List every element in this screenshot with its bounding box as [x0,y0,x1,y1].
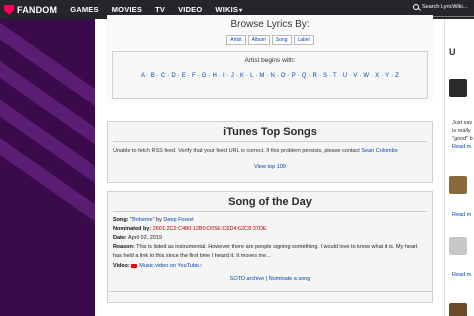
rail-snippet: Read m [452,211,474,219]
sotd-date-row: Date: April 02, 2019 [113,234,427,243]
nav-link-tv[interactable]: TV [155,5,165,14]
itunes-top-songs-box: iTunes Top Songs Unable to fetch RSS fee… [107,121,433,183]
sotd-footer-links: SOTD archive | Nominate a song [108,276,432,282]
video-label: Video: [113,263,130,269]
youtube-video-link[interactable]: Music video on YouTube [139,263,199,269]
rail-read-more-link[interactable]: Read m [452,271,474,279]
rail-activity-item [449,303,474,316]
song-link[interactable]: "Boheme" [130,217,154,223]
avatar[interactable] [449,79,467,97]
itunes-error-message: Unable to fetch RSS feed. Verify that yo… [113,147,427,156]
rail-read-more-link[interactable]: Read m [452,143,474,151]
sotd-title: Song of the Day [228,196,312,208]
rail-snippet-line: "good" b [452,136,473,142]
chevron-down-icon: ▾ [239,8,243,14]
search-input[interactable]: Search LyricWiki... [413,4,467,10]
rail-activity-item [449,79,474,97]
fandom-logo-icon [4,4,14,15]
nav-link-games[interactable]: GAMES [70,5,99,14]
nav-link-wikis[interactable]: WIKIS▾ [215,5,242,14]
wiki-background-left [0,19,95,316]
song-label: Song: [113,217,129,223]
sotd-reason: This is listed as instrumental. However … [113,244,418,259]
fandom-brand-text: FANDOM [17,4,58,15]
avatar[interactable] [449,237,467,255]
sotd-archive-link[interactable]: SOTD archive [230,276,265,282]
tab-label[interactable]: Label [293,35,314,45]
reason-label: Reason: [113,244,135,250]
rail-snippet-line: is really [452,128,471,134]
sotd-video-row: Video: Music video on YouTube↗ [113,261,427,271]
contact-link[interactable]: Sean Colombo [361,148,397,154]
divider [113,211,427,212]
nav-link-movies[interactable]: MOVIES [112,5,142,14]
rail-activity-item [449,237,474,255]
sotd-reason-row: Reason: This is listed as instrumental. … [113,243,427,261]
nav-link-wikis-label: WIKIS [215,5,239,14]
next-box-partial [107,291,433,301]
sotd-song-row: Song: "Boheme" by Deep Forest [113,216,427,225]
nominated-label: Nominated by: [113,226,152,232]
search-icon [413,4,419,10]
artist-index-panel: Artist begins with: A · B · C · D · E · … [112,51,428,99]
rail-snippet: Read m [452,271,474,279]
rail-snippet-line: Just sav [452,120,473,126]
rail-snippet: Just sav is really "good" b Read m [452,119,474,151]
rail-heading-card: U [449,47,474,57]
rail-heading: U [449,47,456,57]
by-text: by [156,217,162,223]
alphabet-links[interactable]: A · B · C · D · E · F · G · H · I · J · … [113,73,427,79]
browse-title: Browse Lyrics By: [230,19,310,30]
tab-album[interactable]: Album [247,35,270,45]
date-label: Date: [113,235,127,241]
youtube-icon [131,263,138,268]
browse-tabs: Artist Album Song Label [107,35,433,45]
right-rail: U Just sav is really "good" b Read m Rea… [444,19,474,316]
divider [113,141,427,142]
song-of-the-day-box: Song of the Day Song: "Boheme" by Deep F… [107,191,433,303]
itunes-title: iTunes Top Songs [223,126,317,138]
rail-activity-item [449,176,474,194]
browse-lyrics-box: Browse Lyrics By: Artist Album Song Labe… [107,15,433,103]
sotd-nominated-row: Nominated by: 2601:2C2:C480:12B0:D05E:C6… [113,225,427,234]
link-separator: | [265,276,268,282]
main-content: Browse Lyrics By: Artist Album Song Labe… [95,15,444,316]
rail-read-more-link[interactable]: Read m [452,211,474,219]
search-placeholder: Search LyricWiki... [422,4,468,10]
artist-begins-label: Artist begins with: [244,57,296,64]
sotd-date: April 02, 2019 [128,235,162,241]
fandom-logo[interactable]: FANDOM [4,4,58,15]
avatar[interactable] [449,176,467,194]
nominate-song-link[interactable]: Nominate a song [269,276,311,282]
nav-link-video[interactable]: VIDEO [178,5,202,14]
tab-artist[interactable]: Artist [226,35,246,45]
tab-song[interactable]: Song [271,35,292,45]
nominator-link[interactable]: 2601:2C2:C480:12B0:D05E:C6D4:62C8:37DE [153,226,267,232]
artist-link[interactable]: Deep Forest [163,217,193,223]
view-top-100-link[interactable]: View top 100 [108,164,432,170]
external-link-icon: ↗ [198,263,203,268]
itunes-error-text: Unable to fetch RSS feed. Verify that yo… [113,148,360,154]
avatar[interactable] [449,303,467,316]
